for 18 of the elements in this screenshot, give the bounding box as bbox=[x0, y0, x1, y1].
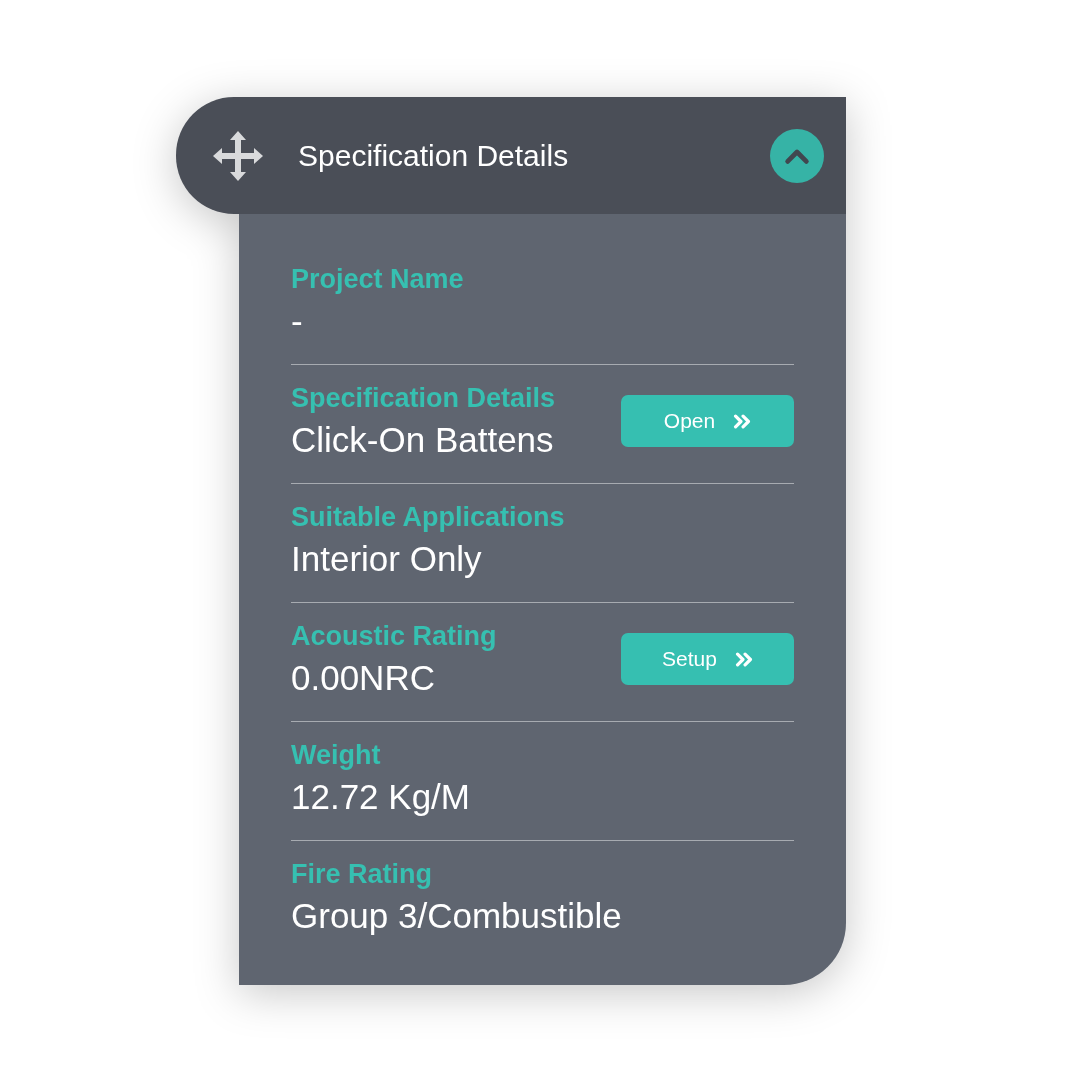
field-label: Weight bbox=[291, 739, 382, 771]
field-label: Suitable Applications bbox=[291, 501, 566, 533]
field-label: Fire Rating bbox=[291, 858, 433, 890]
field-label: Specification Details bbox=[291, 382, 557, 414]
panel-title: Specification Details bbox=[298, 138, 570, 173]
collapse-button[interactable] bbox=[770, 128, 824, 183]
action-button[interactable]: Open bbox=[621, 395, 794, 447]
double-chevron-icon bbox=[734, 651, 753, 667]
field-label: Acoustic Rating bbox=[291, 620, 498, 652]
action-button[interactable]: Setup bbox=[621, 633, 794, 685]
field-value: - bbox=[291, 300, 304, 341]
field-value: 0.00NRC bbox=[291, 657, 436, 698]
field-value: Interior Only bbox=[291, 538, 483, 579]
field-value: Group 3/Combustible bbox=[291, 895, 623, 936]
field-value: Click-On Battens bbox=[291, 419, 555, 460]
double-chevron-icon bbox=[733, 413, 752, 429]
field-value: 12.72 Kg/M bbox=[291, 776, 471, 817]
field-label: Project Name bbox=[291, 263, 465, 295]
